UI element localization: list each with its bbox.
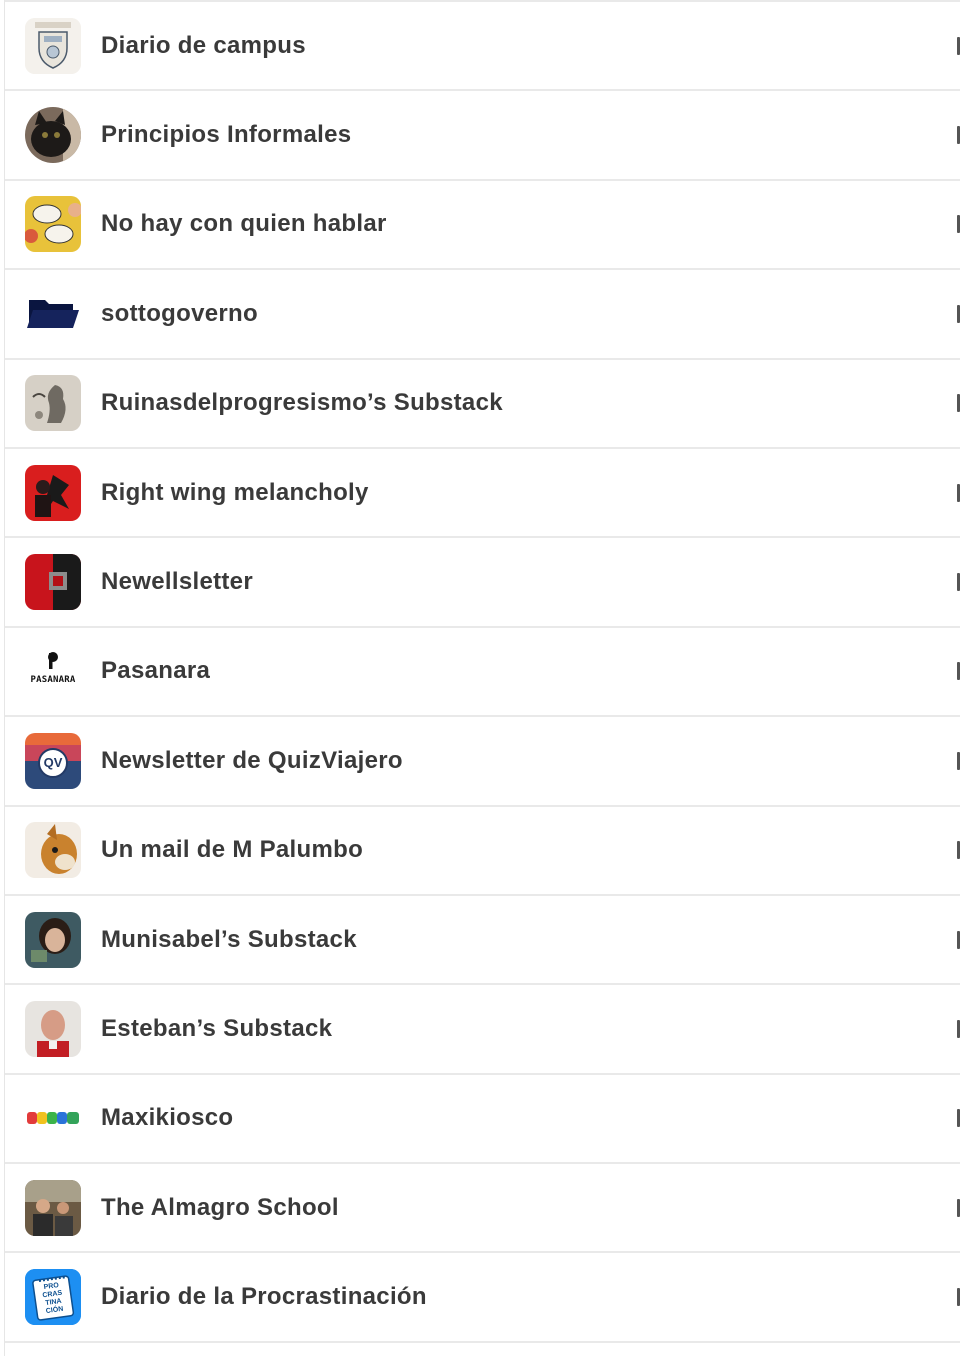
chihuahua-icon [25, 822, 81, 879]
list-item[interactable]: Right wing melancholy [5, 448, 960, 539]
pasanara-logo-icon: PASANARA [25, 643, 81, 700]
campus-crest-icon [25, 17, 81, 74]
subscription-title: Diario de la Procrastinación [101, 1283, 427, 1311]
quizviajero-logo-icon: QV [25, 732, 81, 789]
quizviajero-logo-text: QV [43, 755, 63, 771]
list-item[interactable]: Ruinasdelprogresismo’s Substack [5, 359, 960, 449]
list-item[interactable]: sottogoverno [5, 270, 960, 360]
rainbow-blocks-icon [25, 1090, 81, 1147]
black-cat-icon [25, 107, 81, 164]
woman-portrait-icon [25, 911, 81, 968]
notepad-icon: PRO CRAS TINA CIÓN [25, 1269, 81, 1326]
subscription-title: The Almagro School [101, 1193, 339, 1221]
subscription-title: Ruinasdelprogresismo’s Substack [101, 389, 503, 417]
list-item[interactable]: No hay con quien hablar [5, 180, 960, 271]
list-item[interactable]: QV Newsletter de QuizViajero [5, 717, 960, 807]
subscription-title: Esteban’s Substack [101, 1014, 333, 1042]
subscription-title: Munisabel’s Substack [101, 925, 357, 953]
folder-icon [25, 285, 81, 342]
list-item[interactable]: PRO CRAS TINA CIÓN Diario de la Procrast… [5, 1253, 960, 1343]
subscription-title: Newellsletter [101, 568, 253, 596]
subscription-title: No hay con quien hablar [101, 210, 387, 238]
subscription-title: Un mail de M Palumbo [101, 836, 364, 864]
list-item[interactable]: Principios Informales [5, 91, 960, 181]
comic-speech-bubbles-icon [25, 196, 81, 253]
subscription-title: Principios Informales [101, 121, 352, 149]
list-item[interactable]: Un mail de M Palumbo [5, 806, 960, 896]
list-item[interactable]: Maxikiosco [5, 1074, 960, 1165]
subscription-title: Maxikiosco [101, 1104, 234, 1132]
group-photo-icon [25, 1179, 81, 1236]
red-black-shirt-icon [25, 554, 81, 611]
subscription-title: Newsletter de QuizViajero [101, 746, 403, 774]
subscription-title: Pasanara [101, 657, 211, 685]
subscription-title: Diario de campus [101, 31, 306, 59]
man-portrait-icon [25, 1000, 81, 1057]
list-item[interactable]: Munisabel’s Substack [5, 895, 960, 986]
list-item[interactable]: PASANARA Pasanara [5, 627, 960, 718]
list-item[interactable]: Diario de campus [5, 0, 960, 92]
pasanara-logo-text: PASANARA [30, 675, 76, 686]
subscription-title: sottogoverno [101, 299, 258, 327]
list-item[interactable]: Newellsletter [5, 538, 960, 628]
subscription-title: Right wing melancholy [101, 478, 369, 506]
statue-engraving-icon [25, 375, 81, 432]
red-eagle-flag-icon [25, 464, 81, 521]
list-item[interactable]: Esteban’s Substack [5, 985, 960, 1075]
list-item[interactable]: The Almagro School [5, 1164, 960, 1254]
notepad-logo-text: PRO CRAS TINA CIÓN [42, 1282, 64, 1316]
subscription-list: Diario de campus Principios Informales N… [4, 0, 960, 1356]
